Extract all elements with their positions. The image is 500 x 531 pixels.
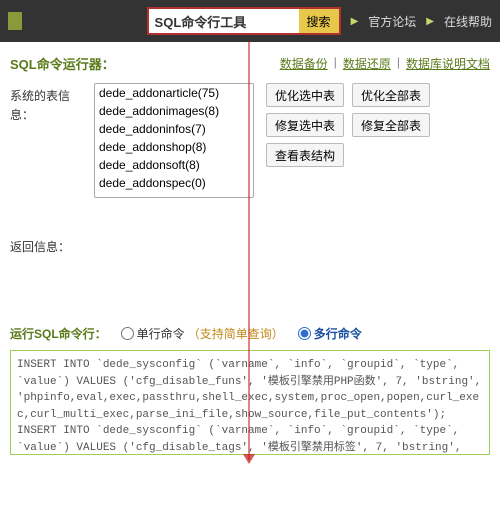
run-sql-label: 运行SQL命令行： [10,325,107,342]
table-option[interactable]: dede_addonshop(8) [95,138,253,156]
single-line-radio-wrap[interactable]: 单行命令（支持简单查询） [121,325,284,342]
header-row: SQL命令运行器： 数据备份 | 数据还原 | 数据库说明文档 [10,54,490,73]
table-option[interactable]: dede_addonspec(0) [95,174,253,192]
tables-listbox[interactable]: dede_addonarticle(75)dede_addonimages(8)… [94,83,254,198]
sql-textarea[interactable] [10,350,490,455]
backup-link[interactable]: 数据备份 [280,55,328,72]
table-option[interactable]: dede_addonsoft(8) [95,156,253,174]
multi-line-radio-wrap[interactable]: 多行命令 [298,325,362,342]
search-input[interactable] [149,9,299,33]
run-sql-row: 运行SQL命令行： 单行命令（支持简单查询） 多行命令 [10,325,490,342]
doc-link[interactable]: 数据库说明文档 [406,55,490,72]
repair-selected-button[interactable]: 修复选中表 [266,113,344,137]
search-button[interactable]: 搜索 [299,9,339,33]
single-line-radio[interactable] [121,327,134,340]
help-link[interactable]: 在线帮助 [444,13,492,30]
table-option[interactable]: dede_addoninfos(7) [95,120,253,138]
tables-row: 系统的表信息： dede_addonarticle(75)dede_addoni… [10,83,490,198]
separator: | [397,55,400,72]
separator: | [334,55,337,72]
repair-all-button[interactable]: 修复全部表 [352,113,430,137]
page-title: SQL命令运行器： [10,54,115,73]
chevron-right-icon: ▶ [351,16,359,27]
top-navbar: 搜索 ▶ 官方论坛 ▶ 在线帮助 [0,0,500,42]
view-structure-button[interactable]: 查看表结构 [266,143,344,167]
chevron-right-icon: ▶ [426,16,434,27]
restore-link[interactable]: 数据还原 [343,55,391,72]
table-option[interactable]: dede_addonarticle(75) [95,84,253,102]
tables-label: 系统的表信息： [10,83,82,125]
logo-block [8,12,22,30]
single-line-label: 单行命令 [137,325,185,342]
single-line-hint: （支持简单查询） [188,325,284,342]
content-area: SQL命令运行器： 数据备份 | 数据还原 | 数据库说明文档 系统的表信息： … [0,42,500,468]
forum-link[interactable]: 官方论坛 [368,13,416,30]
multi-line-label: 多行命令 [314,325,362,342]
actions-column: 优化选中表 优化全部表 修复选中表 修复全部表 查看表结构 [266,83,430,167]
multi-line-radio[interactable] [298,327,311,340]
search-box: 搜索 [147,7,341,35]
return-info-label: 返回信息： [10,238,490,255]
table-option[interactable]: dede_addonimages(8) [95,102,253,120]
optimize-selected-button[interactable]: 优化选中表 [266,83,344,107]
quick-links: 数据备份 | 数据还原 | 数据库说明文档 [280,55,490,72]
optimize-all-button[interactable]: 优化全部表 [352,83,430,107]
